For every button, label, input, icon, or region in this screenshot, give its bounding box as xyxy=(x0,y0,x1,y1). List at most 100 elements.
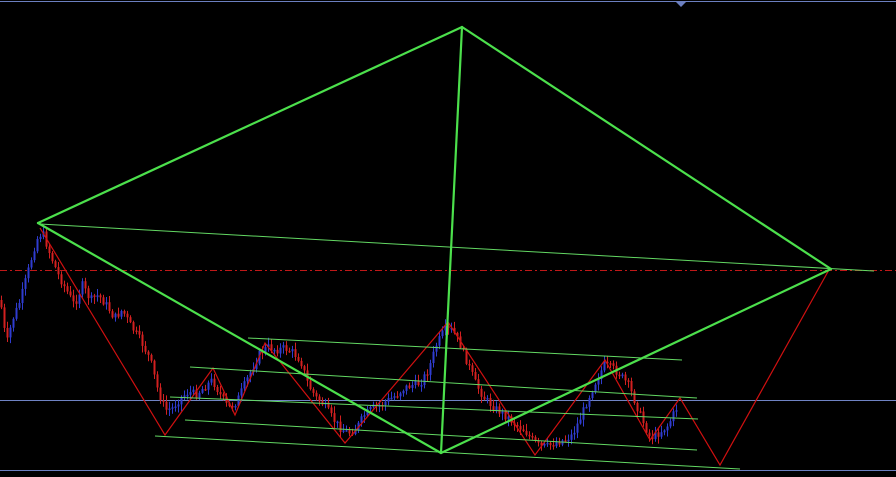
candle-body xyxy=(33,251,36,261)
candle-body xyxy=(432,351,435,363)
candle-body xyxy=(30,260,33,268)
candle-body xyxy=(99,295,102,298)
candle-body xyxy=(483,396,486,400)
price-chart-window[interactable] xyxy=(0,0,896,477)
candle-body xyxy=(150,354,153,361)
candle-body xyxy=(630,381,633,392)
channel-line[interactable] xyxy=(39,223,875,272)
candle-body xyxy=(81,281,84,295)
candle-body xyxy=(300,360,303,367)
candle-body xyxy=(495,406,498,411)
candle-body xyxy=(648,432,651,436)
price-chart-canvas[interactable] xyxy=(0,0,896,477)
candle-body xyxy=(405,385,408,391)
candle-body xyxy=(279,347,282,354)
pattern-leg-ac[interactable] xyxy=(439,25,464,455)
candle-body xyxy=(114,313,117,318)
pattern-leg-xc[interactable] xyxy=(36,221,443,455)
candle-body xyxy=(501,411,504,414)
candle-body xyxy=(369,406,372,410)
candle-body xyxy=(660,432,663,437)
candle-body xyxy=(174,406,177,408)
candle-body xyxy=(528,434,531,437)
candle-body xyxy=(567,439,570,442)
candle-body xyxy=(666,426,669,431)
candle-body xyxy=(345,430,348,432)
candle-body xyxy=(234,406,237,408)
candle-body xyxy=(246,377,249,382)
candle-body xyxy=(186,394,189,397)
candle-body xyxy=(519,426,522,430)
candle-body xyxy=(627,380,630,382)
candle-body xyxy=(492,406,495,411)
triangle-down-icon[interactable] xyxy=(676,2,686,7)
candle-body xyxy=(63,284,66,287)
candle-body xyxy=(471,365,474,372)
candle-body xyxy=(183,395,186,397)
channel-line[interactable] xyxy=(247,337,683,361)
pattern-leg-ab[interactable] xyxy=(460,25,833,271)
candle-body xyxy=(141,334,144,346)
harmonic-pattern-outline xyxy=(36,25,833,455)
pattern-leg-cb[interactable] xyxy=(439,267,833,455)
candle-body xyxy=(663,430,666,433)
candle-body xyxy=(315,392,318,397)
pattern-leg-xa[interactable] xyxy=(36,25,464,225)
candle-body xyxy=(27,267,30,279)
candle-body xyxy=(360,416,363,423)
candle-body xyxy=(282,345,285,348)
zigzag-indicator-line[interactable] xyxy=(39,227,831,467)
candle-body xyxy=(54,261,57,268)
candle-body xyxy=(153,360,156,375)
candle-body xyxy=(645,423,648,433)
candle-body xyxy=(636,403,639,412)
candle-body xyxy=(18,303,21,308)
candle-body xyxy=(192,389,195,393)
candle-body xyxy=(9,327,12,338)
candle-body xyxy=(51,252,54,262)
candle-body xyxy=(348,430,351,434)
candle-body xyxy=(525,430,528,435)
candle-body xyxy=(411,385,414,388)
candle-body xyxy=(318,396,321,402)
candle-body xyxy=(546,442,549,445)
candle-body xyxy=(576,423,579,433)
candle-body xyxy=(24,278,27,289)
candle-body xyxy=(96,295,99,298)
candle-body xyxy=(573,432,576,435)
candle-body xyxy=(585,406,588,409)
candle-body xyxy=(336,421,339,424)
candle-body xyxy=(144,345,147,352)
candle-body xyxy=(609,363,612,365)
candle-body xyxy=(93,295,96,297)
candle-body xyxy=(468,364,471,366)
candle-body xyxy=(204,389,207,391)
candle-body xyxy=(552,445,555,447)
candle-body xyxy=(429,363,432,375)
candle-body xyxy=(426,374,429,376)
candle-body xyxy=(555,442,558,447)
candle-body xyxy=(633,391,636,403)
candle-body xyxy=(504,411,507,420)
candle-body xyxy=(165,401,168,410)
candle-body xyxy=(57,267,60,275)
candle-body xyxy=(342,430,345,432)
candle-body xyxy=(297,357,300,361)
candle-body xyxy=(48,246,51,253)
candle-body xyxy=(201,389,204,393)
candle-body xyxy=(393,396,396,398)
candle-body xyxy=(396,396,399,398)
candle-body xyxy=(72,295,75,302)
candle-body xyxy=(531,436,534,438)
parallel-channel-lines xyxy=(39,223,875,470)
candle-body xyxy=(36,239,39,252)
candle-body xyxy=(219,392,222,395)
candle-body xyxy=(579,419,582,424)
candle-body xyxy=(273,349,276,352)
candle-body xyxy=(612,363,615,366)
candle-body xyxy=(198,392,201,398)
candle-body xyxy=(0,300,3,308)
candle-body xyxy=(222,394,225,397)
candle-body xyxy=(408,385,411,388)
candle-body xyxy=(588,398,591,407)
